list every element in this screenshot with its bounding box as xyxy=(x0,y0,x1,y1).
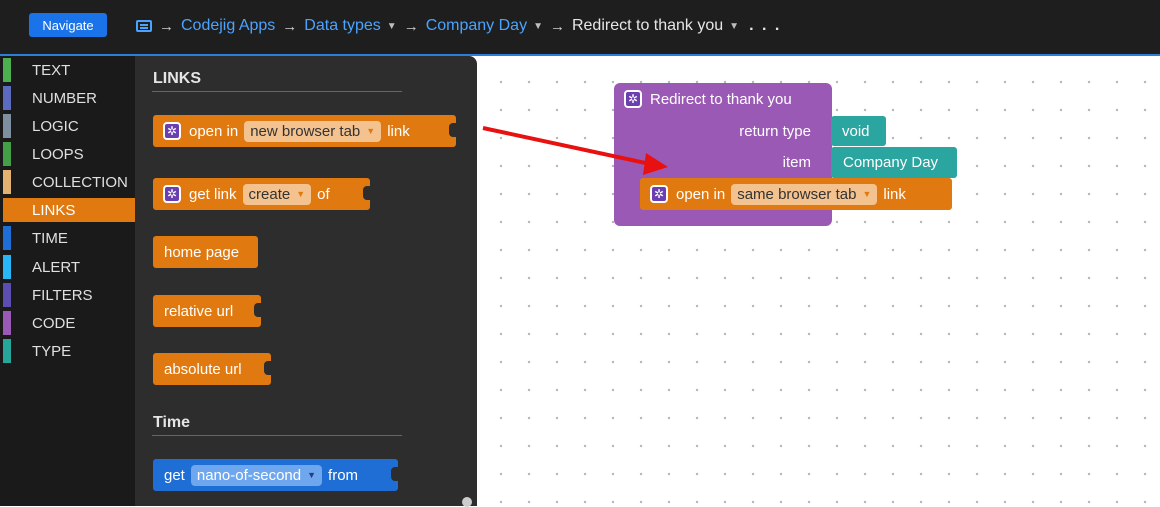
red-arrow-annotation xyxy=(482,126,668,175)
